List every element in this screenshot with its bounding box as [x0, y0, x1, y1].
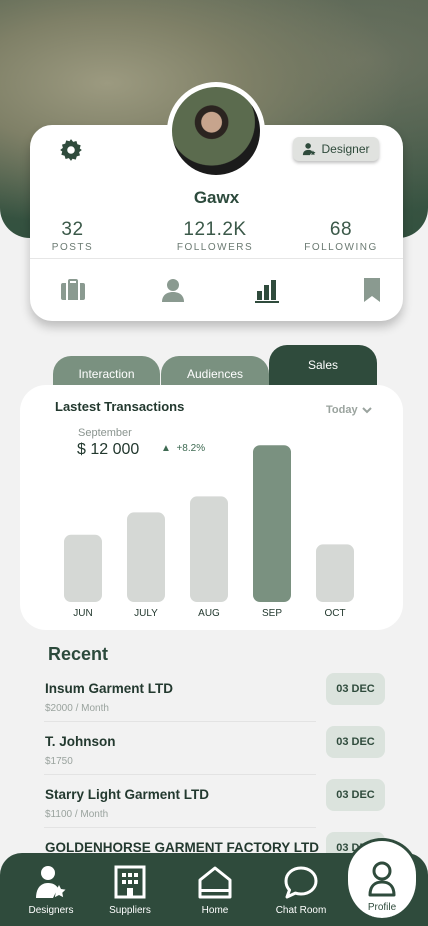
nav-chat-room[interactable]: Chat Room	[261, 853, 341, 926]
recent-item-name: Insum Garment LTD	[45, 681, 174, 696]
bar-chart-icon[interactable]	[254, 277, 280, 303]
stat-followers-label: FOLLOWERS	[176, 242, 254, 253]
nav-designers-label: Designers	[28, 905, 74, 916]
avatar[interactable]	[167, 82, 265, 180]
card-divider	[30, 258, 403, 259]
nav-home[interactable]: Home	[175, 853, 255, 926]
stat-followers-value: 121.2K	[183, 219, 247, 240]
bookmark-icon[interactable]	[359, 277, 385, 303]
designers-icon	[36, 866, 66, 898]
tab-sales-label: Sales	[307, 358, 339, 372]
x-tick-label: AUG	[198, 608, 220, 619]
bar-july[interactable]	[127, 512, 165, 602]
stat-following-value: 68	[329, 219, 353, 240]
nav-profile[interactable]: Profile	[345, 838, 419, 918]
person-icon[interactable]	[160, 277, 186, 303]
recent-title: Recent	[48, 644, 109, 664]
list-divider	[44, 774, 316, 775]
bar-aug[interactable]	[190, 496, 228, 602]
nav-designers[interactable]: Designers	[11, 853, 91, 926]
x-tick-label: OCT	[324, 608, 345, 619]
tab-audiences-label: Audiences	[186, 367, 244, 381]
recent-item-date: 03 DEC	[326, 779, 385, 811]
nav-chat-room-label: Chat Room	[275, 905, 327, 916]
briefcase-icon[interactable]	[60, 277, 86, 303]
bar-sep[interactable]	[253, 445, 291, 602]
role-badge[interactable]: Designer	[293, 137, 379, 161]
x-tick-label: JULY	[134, 608, 158, 619]
transactions-card: Lastest Transactions Today September $ 1…	[20, 385, 403, 630]
designer-badge-icon	[303, 143, 316, 156]
recent-item-sub: $1100 / Month	[45, 809, 109, 820]
avatar-photo	[172, 87, 260, 175]
stat-following-label: FOLLOWING	[304, 242, 378, 253]
recent-item-name: T. Johnson	[45, 734, 116, 749]
nav-suppliers[interactable]: Suppliers	[90, 853, 170, 926]
home-icon	[198, 866, 232, 899]
recent-item-sub: $1750	[45, 756, 73, 767]
stat-followers[interactable]: 121.2K FOLLOWERS	[170, 219, 260, 253]
recent-item-date: 03 DEC	[326, 673, 385, 705]
nav-home-label: Home	[201, 905, 229, 916]
x-tick-label: JUN	[73, 608, 92, 619]
nav-suppliers-label: Suppliers	[109, 905, 151, 916]
stat-posts-label: POSTS	[51, 242, 94, 253]
chat-bubble-icon	[284, 866, 318, 899]
list-divider	[44, 827, 316, 828]
recent-item-date: 03 DEC	[326, 726, 385, 758]
bar-oct[interactable]	[316, 544, 354, 602]
x-tick-label: SEP	[262, 608, 282, 619]
recent-item-sub: $2000 / Month	[45, 703, 109, 714]
transactions-bar-chart: JUN JULY AUG SEP OCT	[64, 445, 354, 619]
stat-following[interactable]: 68 FOLLOWING	[300, 219, 382, 253]
role-badge-label: Designer	[321, 142, 370, 156]
profile-icon	[368, 861, 396, 897]
nav-profile-label: Profile	[367, 902, 397, 913]
list-divider	[44, 721, 316, 722]
settings-gear-icon[interactable]	[58, 137, 84, 163]
recent-item-name: Starry Light Garment LTD	[45, 787, 210, 802]
bar-jun[interactable]	[64, 534, 102, 602]
building-icon	[114, 865, 146, 899]
stat-posts-value: 32	[61, 219, 84, 240]
profile-name: Gawx	[193, 188, 240, 207]
tab-interaction-label: Interaction	[78, 367, 135, 381]
stat-posts[interactable]: 32 POSTS	[50, 219, 95, 253]
